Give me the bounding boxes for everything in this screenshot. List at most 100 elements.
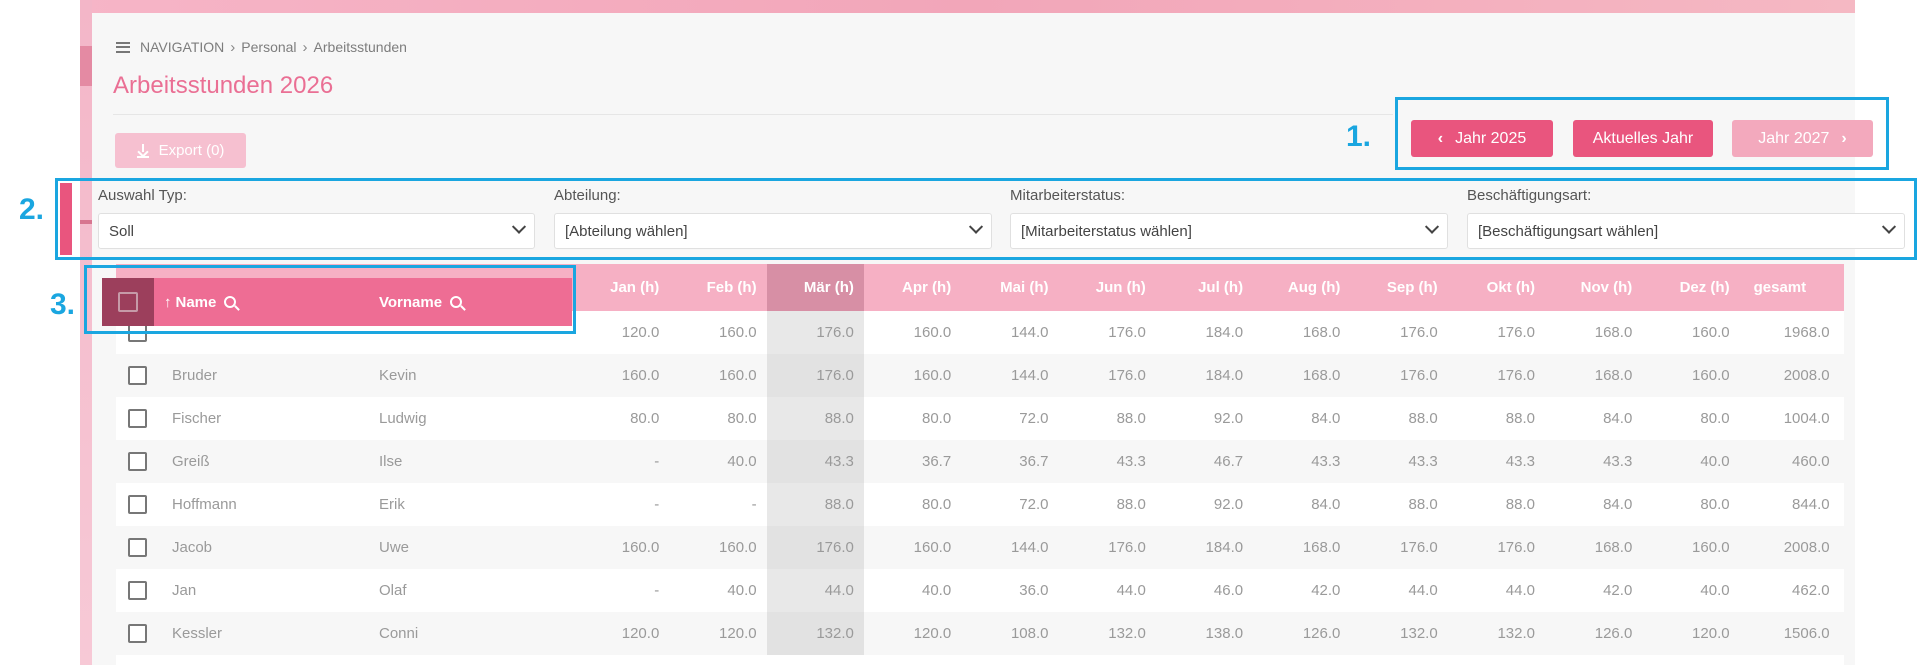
mitarbeiterstatus-select[interactable]: [Mitarbeiterstatus wählen] [1010, 213, 1448, 249]
filter-auswahl-typ: Auswahl Typ: Soll [98, 187, 535, 249]
hours-cell: 36.7 [921, 453, 952, 470]
vorname-cell: Ludwig [379, 410, 427, 427]
hours-cell: 84.0 [1311, 496, 1341, 513]
hours-cell: 40.0 [727, 453, 757, 470]
table-row[interactable]: Bruder Kevin 160.0 160.0 176.0 160.0 144.0 176.… [116, 354, 1844, 397]
hours-cell: 176.0 [1108, 367, 1146, 384]
hours-cell: 160.0 [913, 539, 952, 556]
month-column-header[interactable]: Mai (h) [961, 264, 1058, 311]
export-button[interactable]: Export (0) [115, 133, 246, 168]
hours-cell: 80.0 [921, 410, 952, 427]
page-title: Arbeitsstunden 2026 [113, 72, 334, 99]
hours-cell: 88.0 [1116, 410, 1146, 427]
hours-cell: 160.0 [1692, 539, 1730, 556]
hours-cell: 44.0 [766, 569, 864, 612]
filter-abteilung: Abteilung: [Abteilung wählen] [554, 187, 992, 249]
month-column-header[interactable]: Jan (h) [572, 264, 669, 311]
hours-cell: 43.3 [1116, 453, 1146, 470]
hours-cell: 160.0 [1692, 324, 1730, 341]
table-row[interactable]: Hoffmann Erik - -88.0 80.0 72.0 88.0 92.0 84.0 88… [116, 483, 1844, 526]
filter-beschaeftigungsart: Beschäftigungsart: [Beschäftigungsart wä… [1467, 187, 1905, 249]
table-row[interactable]: Fischer Ludwig 80.0 80.0 88.0 80.0 72.0 88.0 92.… [116, 397, 1844, 440]
total-cell: 460.0 [1792, 453, 1830, 470]
menu-icon[interactable] [116, 41, 130, 53]
hours-cell: 42.0 [1311, 582, 1341, 599]
month-column-header[interactable]: Aug (h) [1253, 264, 1350, 311]
hours-cell: 80.0 [1700, 410, 1730, 427]
table-row[interactable]: Jan Olaf - 40.0 44.0 40.0 36.0 44.0 46.0 42.0 44.0… [116, 569, 1844, 612]
row-checkbox[interactable] [128, 452, 147, 471]
current-year-button[interactable]: Aktuelles Jahr [1573, 120, 1713, 157]
select-value: [Abteilung wählen] [565, 222, 688, 240]
vorname-cell: Ilse [379, 453, 403, 470]
hours-cell: 72.0 [1019, 496, 1049, 513]
hours-cell: 160.0 [621, 539, 660, 556]
month-column-header[interactable]: Jun (h) [1059, 264, 1156, 311]
hours-cell: 168.0 [1594, 367, 1633, 384]
breadcrumb-item-personal[interactable]: Personal [241, 39, 296, 55]
hours-cell: 120.0 [913, 625, 952, 642]
total-column-header[interactable]: gesamt [1740, 264, 1840, 311]
table-row[interactable]: Jacob Uwe 160.0 160.0 176.0 160.0 144.0 176.0 18… [116, 526, 1844, 569]
row-checkbox[interactable] [128, 538, 147, 557]
hours-cell: 176.0 [1108, 539, 1146, 556]
hours-cell: 120.0 [621, 625, 660, 642]
hours-cell: 184.0 [1205, 324, 1244, 341]
hours-cell: 126.0 [1594, 625, 1633, 642]
month-column-header[interactable]: Jul (h) [1156, 264, 1253, 311]
hours-cell: 42.0 [1603, 582, 1633, 599]
select-value: [Beschäftigungsart wählen] [1478, 222, 1659, 240]
breadcrumb-root[interactable]: NAVIGATION [140, 39, 224, 55]
hours-cell: 160.0 [913, 324, 952, 341]
hours-cell: 168.0 [1594, 539, 1633, 556]
vorname-cell: Erik [379, 496, 405, 513]
month-column-header[interactable]: Sep (h) [1350, 264, 1447, 311]
hours-cell: 184.0 [1205, 367, 1244, 384]
next-year-label: Jahr 2027 [1758, 129, 1830, 147]
abteilung-select[interactable]: [Abteilung wählen] [554, 213, 992, 249]
hours-cell: 43.3 [1505, 453, 1535, 470]
chevron-down-icon [511, 219, 527, 234]
hours-cell: 80.0 [921, 496, 952, 513]
row-checkbox[interactable] [128, 409, 147, 428]
row-checkbox[interactable] [128, 581, 147, 600]
filter-mitarbeiterstatus: Mitarbeiterstatus: [Mitarbeiterstatus wä… [1010, 187, 1448, 249]
row-checkbox[interactable] [128, 366, 147, 385]
prev-year-button[interactable]: ‹ Jahr 2025 [1411, 120, 1553, 157]
auswahl-typ-select[interactable]: Soll [98, 213, 535, 249]
hours-cell: 138.0 [1205, 625, 1244, 642]
table-row[interactable]: Greiß Ilse - 40.0 43.3 36.7 36.7 43.3 46.7 43.3 43… [116, 440, 1844, 483]
vorname-cell: Kevin [379, 367, 417, 384]
month-column-header[interactable]: Apr (h) [864, 264, 961, 311]
month-column-header[interactable]: Nov (h) [1545, 264, 1642, 311]
name-cell: Jan [172, 582, 197, 599]
hours-cell: 84.0 [1603, 410, 1633, 427]
month-column-header[interactable]: Okt (h) [1448, 264, 1545, 311]
hours-cell: 88.0 [1408, 496, 1438, 513]
filter-label: Beschäftigungsart: [1467, 187, 1592, 204]
hours-cell: 80.0 [727, 410, 757, 427]
annotation-number-1: 1. [1346, 120, 1372, 153]
hours-cell: 46.0 [1213, 582, 1244, 599]
beschaeftigungsart-select[interactable]: [Beschäftigungsart wählen] [1467, 213, 1905, 249]
hours-cell: 144.0 [1010, 539, 1049, 556]
month-column-header[interactable]: Dez (h) [1642, 264, 1739, 311]
hours-cell: 88.0 [1408, 410, 1438, 427]
row-checkbox[interactable] [128, 495, 147, 514]
next-year-button[interactable]: Jahr 2027 › [1732, 120, 1873, 157]
breadcrumb-separator-icon: › [302, 38, 308, 56]
hours-cell: 36.0 [1019, 582, 1049, 599]
month-column-header[interactable]: Mär (h) [766, 264, 864, 311]
hours-cell: 72.0 [1019, 410, 1049, 427]
row-checkbox[interactable] [128, 624, 147, 643]
table-row[interactable]: Kessler Conni 120.0 120.0 132.0 120.0 108.0 132… [116, 612, 1844, 655]
month-column-header[interactable]: Feb (h) [669, 264, 766, 311]
select-value: Soll [109, 222, 135, 240]
total-cell: 462.0 [1792, 582, 1830, 599]
hours-cell: 88.0 [766, 397, 864, 440]
hours-cell: - [654, 496, 660, 513]
hours-cell: 43.3 [766, 440, 864, 483]
breadcrumb: NAVIGATION › Personal › Arbeitsstunden [116, 38, 407, 56]
hours-cell: 88.0 [1116, 496, 1146, 513]
sidebar-tab[interactable] [80, 46, 92, 86]
